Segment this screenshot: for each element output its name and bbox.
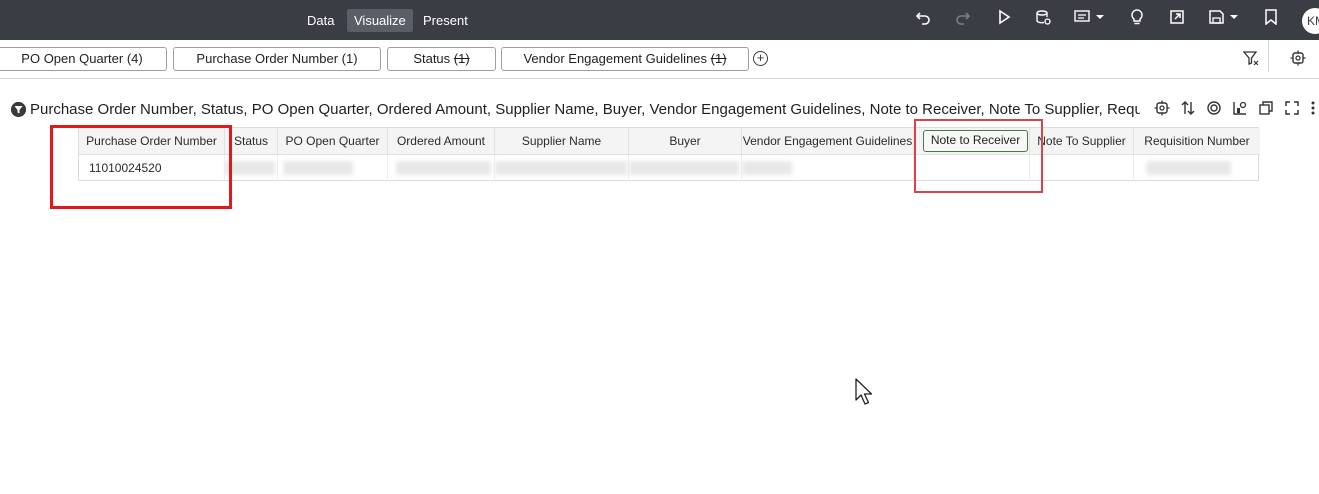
divider: [1268, 40, 1269, 72]
redacted-value: [629, 161, 739, 175]
filter-pill-count: (4): [126, 51, 143, 66]
filter-bar: PO Open Quarter (4) Purchase Order Numbe…: [0, 40, 1319, 79]
redacted-value: [283, 161, 353, 175]
user-avatar[interactable]: KM: [1302, 8, 1319, 34]
undo-icon[interactable]: [914, 9, 932, 31]
column-header-ordered-amount[interactable]: Ordered Amount: [388, 128, 495, 155]
target-icon[interactable]: [1206, 100, 1222, 119]
filter-funnel-icon[interactable]: [11, 102, 26, 117]
visualization-title[interactable]: Purchase Order Number, Status, PO Open Q…: [30, 101, 1140, 118]
run-icon[interactable]: [995, 9, 1013, 31]
save-icon[interactable]: [1208, 9, 1242, 31]
settings-icon[interactable]: [1290, 50, 1306, 70]
tab-present[interactable]: Present: [416, 9, 475, 32]
insights-icon[interactable]: [1129, 9, 1145, 31]
chart-icon[interactable]: [1232, 100, 1248, 119]
sort-icon[interactable]: [1181, 100, 1195, 119]
filter-pill-purchase-order-number[interactable]: Purchase Order Number (1): [173, 47, 381, 71]
filter-pill-count: (1): [453, 51, 470, 66]
cell-supplier-name[interactable]: [495, 155, 629, 181]
redo-icon[interactable]: [954, 9, 972, 31]
filter-pill-count: (1): [710, 51, 727, 66]
filter-pill-status[interactable]: Status (1): [387, 47, 496, 71]
column-header-buyer[interactable]: Buyer: [629, 128, 742, 155]
tab-data[interactable]: Data: [300, 9, 341, 32]
export-icon[interactable]: [1168, 9, 1186, 31]
cell-ordered-amount[interactable]: [388, 155, 495, 181]
column-header-note-to-supplier[interactable]: Note To Supplier: [1030, 128, 1134, 155]
maximize-icon[interactable]: [1284, 100, 1300, 119]
comment-icon[interactable]: [1074, 9, 1108, 31]
filter-pill-po-open-quarter[interactable]: PO Open Quarter (4): [0, 47, 167, 71]
filter-pill-count: (1): [341, 51, 358, 66]
app-toolbar: Data Visualize Present KM: [0, 0, 1319, 40]
filter-options-icon[interactable]: [1242, 50, 1259, 70]
redacted-value: [225, 161, 275, 175]
filter-pill-label: Status: [413, 51, 451, 66]
viz-settings-icon[interactable]: [1154, 100, 1170, 119]
highlight-box-purchase-order-number: [50, 125, 232, 209]
redacted-value: [495, 161, 627, 175]
data-table: Purchase Order Number Status PO Open Qua…: [78, 127, 1260, 181]
column-header-supplier-name[interactable]: Supplier Name: [495, 128, 629, 155]
cell-vendor-engagement-guidelines[interactable]: [742, 155, 914, 181]
cell-po-open-quarter[interactable]: [278, 155, 388, 181]
column-header-vendor-engagement-guidelines[interactable]: Vendor Engagement Guidelines: [742, 128, 914, 155]
cell-status[interactable]: [225, 155, 278, 181]
more-options-icon[interactable]: [1310, 100, 1316, 119]
column-header-status[interactable]: Status: [225, 128, 278, 155]
refresh-data-icon[interactable]: [1034, 9, 1052, 31]
redacted-value: [1146, 161, 1231, 175]
column-header-po-open-quarter[interactable]: PO Open Quarter: [278, 128, 388, 155]
bookmark-icon[interactable]: [1263, 9, 1279, 31]
duplicate-icon[interactable]: [1258, 100, 1274, 119]
redacted-value: [396, 161, 491, 175]
tab-visualize[interactable]: Visualize: [347, 9, 413, 32]
redacted-value: [742, 161, 792, 175]
cell-buyer[interactable]: [629, 155, 742, 181]
filter-pill-label: Purchase Order Number: [196, 51, 339, 66]
filter-pill-label: PO Open Quarter: [21, 51, 124, 66]
mouse-pointer-icon: [855, 378, 875, 411]
cell-note-to-supplier[interactable]: [1030, 155, 1134, 181]
filter-pill-label: Vendor Engagement Guidelines: [523, 51, 708, 66]
cell-requisition-number[interactable]: [1134, 155, 1260, 181]
filter-pill-vendor-engagement-guidelines[interactable]: Vendor Engagement Guidelines (1): [501, 47, 749, 71]
column-header-requisition-number[interactable]: Requisition Number: [1134, 128, 1260, 155]
highlight-box-note-to-receiver: [914, 119, 1043, 193]
add-filter-icon[interactable]: +: [753, 51, 768, 66]
